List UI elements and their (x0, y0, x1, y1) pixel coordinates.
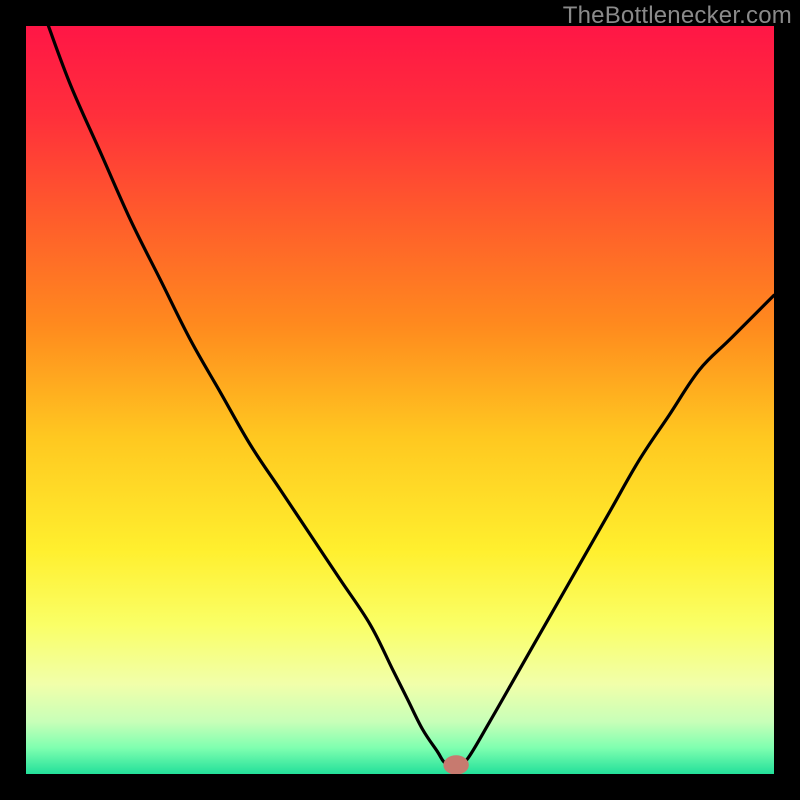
outer-frame: TheBottlenecker.com (0, 0, 800, 800)
optimum-marker (443, 755, 468, 774)
chart-svg (26, 26, 774, 774)
attribution-label: TheBottlenecker.com (563, 2, 792, 30)
gradient-background (26, 26, 774, 774)
plot-area (26, 26, 774, 774)
